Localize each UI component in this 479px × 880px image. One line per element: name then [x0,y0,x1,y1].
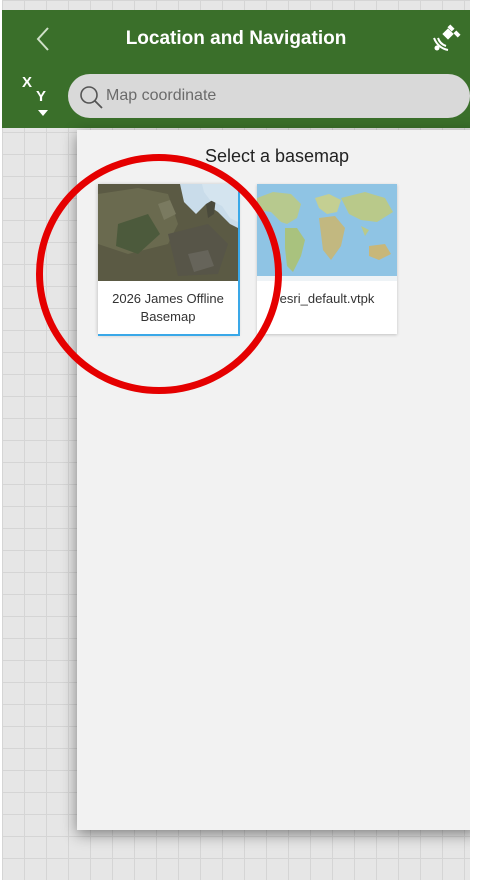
page-title: Location and Navigation [125,28,347,49]
basemap-label: esri_default.vtpk [279,291,375,306]
search-bar: X Y Map coordinate [2,68,470,128]
gps-button[interactable] [428,24,462,56]
satellite-icon [433,24,461,51]
top-bar: Location and Navigation [2,10,470,68]
search-placeholder: Map coordinate [106,87,217,104]
map-screen: Location and Navigation X Y Map coordina… [2,0,470,880]
x-label: X [22,74,33,91]
search-icon [80,86,103,109]
caret-down-icon [38,110,48,116]
coordinate-format-button[interactable]: X Y [22,74,52,122]
search-input[interactable]: Map coordinate [68,74,470,118]
highlight-annotation-circle [36,154,282,394]
y-label: Y [36,88,47,105]
